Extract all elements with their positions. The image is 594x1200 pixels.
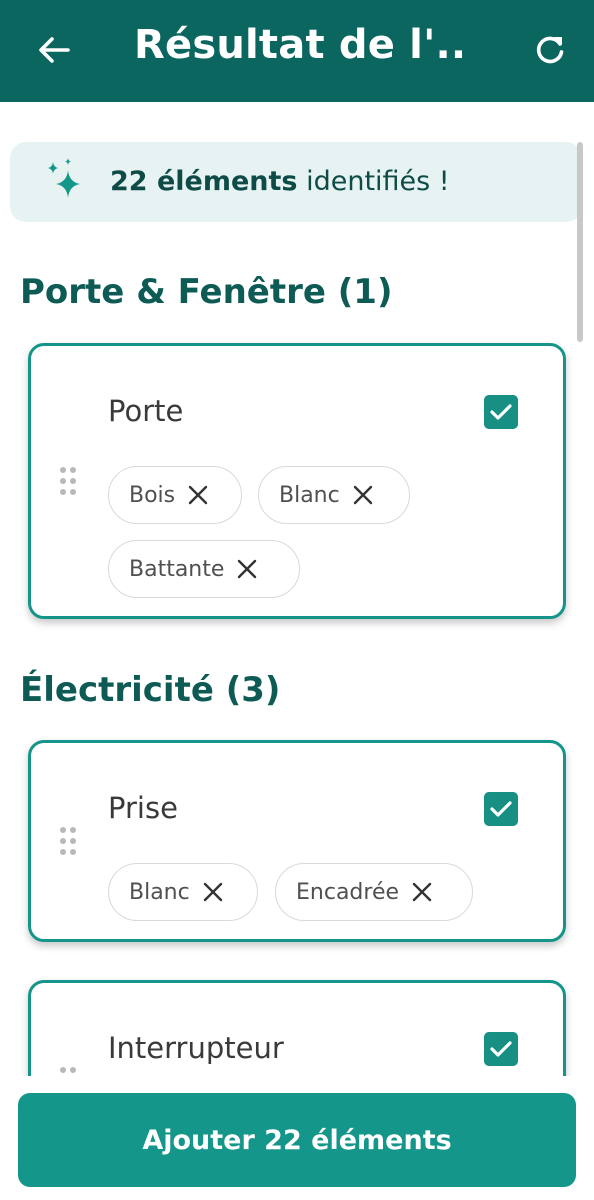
tag-label: Bois	[129, 482, 176, 508]
close-icon[interactable]	[202, 881, 224, 903]
checkbox-checked[interactable]	[484, 1032, 518, 1066]
tag-chip: Blanc	[108, 863, 258, 921]
tag-label: Blanc	[279, 482, 340, 508]
tag-label: Encadrée	[296, 879, 400, 905]
identified-count-text: 22 éléments identifiés !	[110, 166, 450, 197]
refresh-icon[interactable]	[532, 32, 568, 68]
item-name: Porte	[108, 394, 184, 428]
drag-handle-icon[interactable]	[60, 1067, 78, 1076]
section-title-porte-fenetre: Porte & Fenêtre (1)	[20, 272, 393, 312]
arrow-left-icon[interactable]	[36, 30, 72, 70]
drag-handle-icon[interactable]	[60, 467, 78, 499]
close-icon[interactable]	[236, 558, 258, 580]
item-card-porte[interactable]: Porte Bois Blanc Battante	[28, 343, 566, 619]
drag-handle-icon[interactable]	[60, 827, 78, 859]
identified-banner: 22 éléments identifiés !	[10, 142, 582, 222]
tag-chip: Bois	[108, 466, 242, 524]
item-name: Prise	[108, 791, 178, 825]
checkbox-checked[interactable]	[484, 395, 518, 429]
identified-count: 22 éléments	[110, 166, 298, 197]
app-bar: Résultat de l'...	[0, 0, 594, 102]
close-icon[interactable]	[352, 484, 374, 506]
tag-label: Battante	[129, 556, 225, 582]
tag-chip: Blanc	[258, 466, 410, 524]
sparkle-icon	[48, 158, 80, 198]
scrollbar[interactable]	[577, 142, 583, 342]
close-icon[interactable]	[411, 881, 433, 903]
add-elements-label: Ajouter 22 éléments	[142, 1124, 452, 1156]
tag-chip: Battante	[108, 540, 300, 598]
tag-chip: Encadrée	[275, 863, 473, 921]
add-elements-button[interactable]: Ajouter 22 éléments	[18, 1093, 576, 1187]
checkbox-checked[interactable]	[484, 792, 518, 826]
page-title: Résultat de l'...	[134, 22, 464, 68]
item-card-prise[interactable]: Prise Blanc Encadrée	[28, 740, 566, 942]
close-icon[interactable]	[187, 484, 209, 506]
item-name: Interrupteur	[108, 1031, 284, 1065]
tag-label: Blanc	[129, 879, 190, 905]
identified-suffix: identifiés !	[297, 166, 450, 197]
section-title-electricite: Électricité (3)	[20, 670, 281, 710]
results-content[interactable]: 22 éléments identifiés ! Porte & Fenêtre…	[0, 102, 594, 1076]
item-card-interrupteur[interactable]: Interrupteur	[28, 980, 566, 1076]
